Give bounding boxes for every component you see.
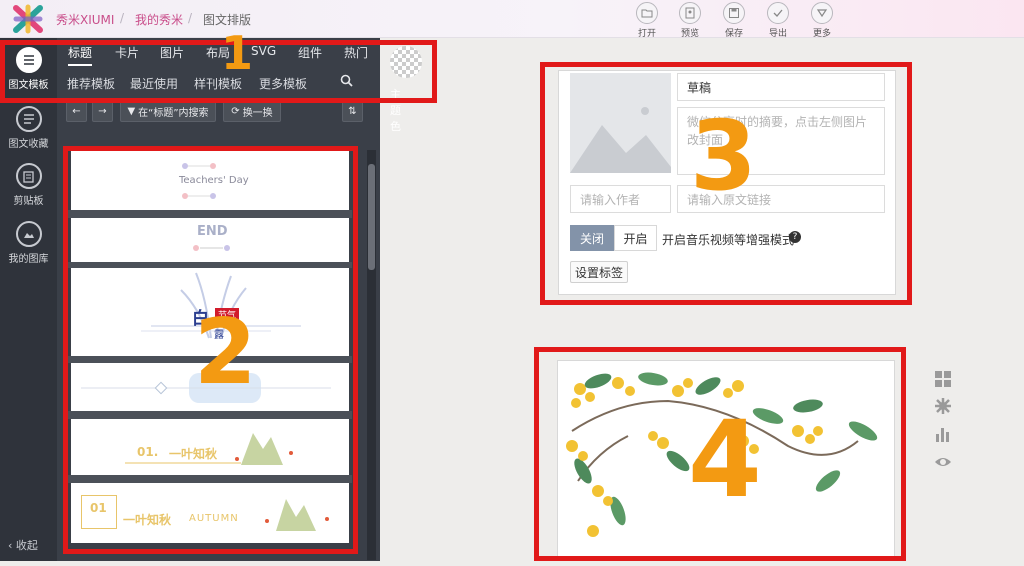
filter-icon: ▼ xyxy=(127,105,136,117)
annotation-number-4: 4 xyxy=(688,398,762,521)
xiumi-logo-icon xyxy=(13,4,43,34)
search-in-tab-button[interactable]: ▼ 在“标题”内搜索 xyxy=(120,100,216,122)
bar-chart-icon[interactable] xyxy=(934,425,952,443)
left-nav-clipboard[interactable]: 剪贴板 xyxy=(0,163,57,207)
eye-icon[interactable] xyxy=(934,453,952,471)
annotation-number-3: 3 xyxy=(690,100,757,212)
shuffle-button[interactable]: ⟳ 换一换 xyxy=(223,100,281,122)
left-nav-favorites-label: 图文收藏 xyxy=(8,139,49,150)
sort-icon: ⇅ xyxy=(348,105,357,117)
left-nav: 图文模板 图文收藏 剪贴板 我的图库 ‹ 收起 xyxy=(0,38,57,561)
arrow-left-icon: ← xyxy=(72,105,81,117)
back-button[interactable]: ← xyxy=(66,100,87,122)
save-label: 保存 xyxy=(724,29,743,39)
annotation-box-1 xyxy=(0,40,437,103)
collapse-label: 收起 xyxy=(15,539,38,552)
collapse-button[interactable]: ‹ 收起 xyxy=(8,537,38,553)
folder-icon xyxy=(636,2,658,24)
forward-button[interactable]: → xyxy=(92,100,113,122)
grid-icon[interactable] xyxy=(934,370,952,388)
open-label: 打开 xyxy=(637,29,656,39)
export-label: 导出 xyxy=(768,29,787,39)
gear-icon[interactable] xyxy=(934,397,952,415)
top-bar: 秀米XIUMI / 我的秀米 / 图文排版 打开 预览 保存 导出 更多 xyxy=(0,0,1024,39)
brand-name[interactable]: 秀米XIUMI xyxy=(56,11,114,28)
breadcrumb-separator: / xyxy=(188,11,193,25)
more-label: 更多 xyxy=(812,29,831,39)
left-nav-gallery-label: 我的图库 xyxy=(8,254,49,265)
save-icon xyxy=(723,2,745,24)
clipboard-icon xyxy=(15,163,42,189)
refresh-icon: ⟳ xyxy=(231,105,240,117)
template-list-scrollbar[interactable] xyxy=(367,150,376,560)
more-chevron-icon xyxy=(811,2,833,24)
more-button[interactable]: 更多 xyxy=(808,2,836,39)
breadcrumb-separator: / xyxy=(120,11,125,25)
gallery-icon xyxy=(15,221,42,247)
open-button[interactable]: 打开 xyxy=(633,2,661,39)
preview-button[interactable]: 预览 xyxy=(676,2,704,39)
preview-label: 预览 xyxy=(680,29,699,39)
annotation-number-2: 2 xyxy=(194,300,257,405)
breadcrumb-my-xiumi[interactable]: 我的秀米 xyxy=(135,11,183,28)
arrow-right-icon: → xyxy=(98,105,107,117)
shuffle-label: 换一换 xyxy=(242,107,273,119)
left-nav-favorites[interactable]: 图文收藏 xyxy=(0,106,57,150)
scrollbar-thumb[interactable] xyxy=(368,164,375,270)
search-in-tab-label: 在“标题”内搜索 xyxy=(138,107,209,119)
left-nav-gallery[interactable]: 我的图库 xyxy=(0,221,57,265)
annotation-number-1: 1 xyxy=(221,26,254,80)
chevron-left-icon: ‹ xyxy=(8,539,16,552)
left-nav-clipboard-label: 剪贴板 xyxy=(13,196,44,207)
export-check-icon xyxy=(767,2,789,24)
preview-icon xyxy=(679,2,701,24)
save-button[interactable]: 保存 xyxy=(720,2,748,39)
export-button[interactable]: 导出 xyxy=(764,2,792,39)
favorites-icon xyxy=(15,106,42,132)
sort-button[interactable]: ⇅ xyxy=(342,100,363,122)
